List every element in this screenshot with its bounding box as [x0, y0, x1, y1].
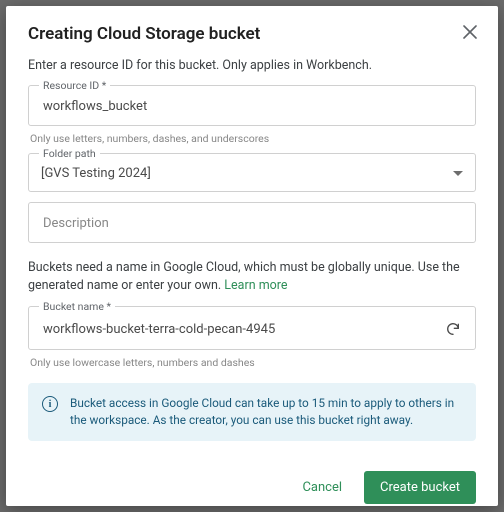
- resource-id-input[interactable]: [41, 98, 463, 115]
- folder-path-label: Folder path: [39, 147, 100, 160]
- dialog-title: Creating Cloud Storage bucket: [28, 24, 260, 44]
- create-bucket-dialog: Creating Cloud Storage bucket Enter a re…: [6, 6, 498, 506]
- info-icon: i: [42, 396, 58, 412]
- bucket-name-helper: Only use lowercase letters, numbers and …: [30, 356, 474, 369]
- resource-id-field[interactable]: Resource ID *: [28, 85, 476, 126]
- regenerate-name-button[interactable]: [443, 319, 463, 339]
- dialog-footer: Cancel Create bucket: [28, 471, 476, 504]
- access-info-alert: i Bucket access in Google Cloud can take…: [28, 383, 476, 441]
- description-field[interactable]: [28, 202, 476, 243]
- naming-explainer: Buckets need a name in Google Cloud, whi…: [28, 259, 476, 294]
- folder-path-field[interactable]: Folder path [GVS Testing 2024]: [28, 153, 476, 192]
- bucket-name-input[interactable]: [41, 321, 435, 338]
- learn-more-link[interactable]: Learn more: [224, 278, 287, 293]
- create-bucket-button[interactable]: Create bucket: [364, 471, 476, 504]
- alert-message: Bucket access in Google Cloud can take u…: [70, 395, 462, 429]
- bucket-name-label: Bucket name *: [39, 300, 115, 313]
- close-icon: [463, 25, 477, 39]
- close-button[interactable]: [458, 20, 482, 44]
- intro-text: Enter a resource ID for this bucket. Onl…: [28, 58, 476, 73]
- folder-path-value: [GVS Testing 2024]: [41, 166, 453, 181]
- chevron-down-icon: [453, 171, 463, 176]
- resource-id-label: Resource ID *: [39, 79, 110, 92]
- description-input[interactable]: [41, 215, 463, 232]
- bucket-name-field[interactable]: Bucket name *: [28, 306, 476, 350]
- refresh-icon: [445, 321, 461, 337]
- resource-id-helper: Only use letters, numbers, dashes, and u…: [30, 132, 474, 145]
- cancel-button[interactable]: Cancel: [298, 472, 346, 503]
